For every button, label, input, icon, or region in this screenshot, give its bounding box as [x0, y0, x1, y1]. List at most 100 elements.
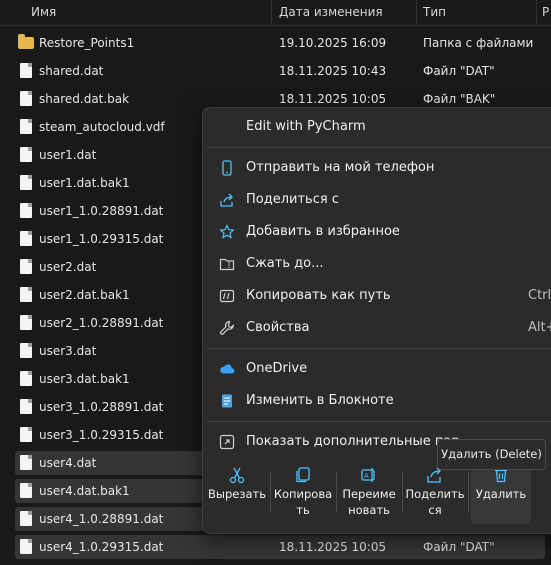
- column-divider[interactable]: [416, 0, 417, 25]
- menu-item-label: Сжать до...: [246, 256, 324, 271]
- action-divider: [270, 472, 271, 512]
- column-date[interactable]: Дата изменения: [279, 0, 383, 25]
- file-icon: [20, 455, 32, 470]
- menu-item-label: Edit with PyCharm: [246, 119, 366, 134]
- column-name[interactable]: Имя: [31, 0, 56, 25]
- menu-item-label: Отправить на мой телефон: [246, 160, 435, 175]
- file-name: shared.dat.bak: [39, 92, 130, 106]
- column-divider[interactable]: [271, 0, 272, 25]
- file-icon: [20, 371, 32, 386]
- wrench-icon: [219, 320, 234, 335]
- file-type: Папка с файлами: [423, 36, 534, 50]
- column-divider[interactable]: [536, 0, 537, 25]
- copy-button[interactable]: Копировать: [273, 460, 333, 524]
- rename-button[interactable]: A Переименовать: [339, 460, 399, 524]
- file-type: Файл "DAT": [423, 540, 495, 554]
- delete-label: Удалить: [475, 487, 527, 501]
- file-icon: [20, 259, 32, 274]
- file-icon: [20, 511, 32, 526]
- file-name: steam_autocloud.vdf: [39, 120, 165, 134]
- file-icon: [20, 119, 32, 134]
- zip-folder-icon: [219, 258, 235, 271]
- file-icon: [20, 427, 32, 442]
- copy-path-icon: [219, 289, 235, 303]
- rename-label: Переименовать: [342, 487, 396, 517]
- file-name: user2.dat.bak1: [39, 288, 130, 302]
- file-icon: [20, 399, 32, 414]
- cut-button[interactable]: Вырезать: [207, 460, 267, 524]
- file-name: user4.dat.bak1: [39, 484, 130, 498]
- file-icon: [20, 91, 32, 106]
- file-name: user4_1.0.28891.dat: [39, 512, 164, 526]
- file-name: user3_1.0.29315.dat: [39, 428, 164, 442]
- onedrive-cloud-icon: [220, 364, 235, 374]
- file-icon: [20, 203, 32, 218]
- menu-item-label: Копировать как путь: [246, 288, 391, 303]
- file-type: Файл "DAT": [423, 64, 495, 78]
- action-divider: [402, 472, 403, 512]
- menu-item-send-phone[interactable]: Отправить на мой телефон: [207, 152, 551, 184]
- file-icon: [20, 175, 32, 190]
- menu-divider: [207, 421, 551, 422]
- file-icon: [20, 483, 32, 498]
- menu-item-share-with[interactable]: Поделиться с: [207, 184, 551, 216]
- column-size[interactable]: Р: [542, 0, 549, 25]
- file-name: shared.dat: [39, 64, 104, 78]
- file-name: user2.dat: [39, 260, 97, 274]
- file-icon: [20, 539, 32, 554]
- menu-item-add-favorites[interactable]: Добавить в избранное: [207, 216, 551, 248]
- menu-item-properties[interactable]: Свойства Alt+: [207, 312, 551, 344]
- menu-item-label: OneDrive: [246, 361, 308, 376]
- file-icon: [20, 315, 32, 330]
- file-name: user1.dat: [39, 148, 97, 162]
- shortcut-label: Alt+: [528, 320, 551, 335]
- menu-divider: [207, 348, 551, 349]
- folder-icon: [18, 34, 34, 49]
- share-label: Поделиться: [405, 487, 465, 517]
- column-header: ⌃ Имя Дата изменения Тип Р: [0, 0, 551, 26]
- menu-item-copy-path[interactable]: Копировать как путь Ctrl+: [207, 280, 551, 312]
- notepad-icon: [222, 394, 232, 408]
- copy-icon: [296, 467, 310, 483]
- file-name: user1.dat.bak1: [39, 176, 130, 190]
- file-name: user1_1.0.29315.dat: [39, 232, 164, 246]
- column-type[interactable]: Тип: [423, 0, 446, 25]
- file-date: 18.11.2025 10:05: [279, 540, 387, 554]
- list-item[interactable]: user4_1.0.29315.dat 18.11.2025 10:05 Файл …: [0, 533, 551, 561]
- file-date: 19.10.2025 16:09: [279, 36, 387, 50]
- file-name: user3.dat.bak1: [39, 372, 130, 386]
- file-icon: [20, 63, 32, 78]
- file-name: user2_1.0.28891.dat: [39, 316, 164, 330]
- menu-item-onedrive[interactable]: OneDrive: [207, 353, 551, 385]
- action-divider: [336, 472, 337, 512]
- menu-item-label: Свойства: [246, 320, 310, 335]
- more-options-icon: [219, 434, 235, 450]
- menu-item-edit-notepad[interactable]: Изменить в Блокноте: [207, 385, 551, 417]
- file-name: Restore_Points1: [39, 36, 135, 50]
- file-icon: [20, 343, 32, 358]
- share-icon: [220, 193, 233, 207]
- menu-item-label: Добавить в избранное: [246, 224, 400, 239]
- file-name: user4_1.0.29315.dat: [39, 540, 164, 554]
- menu-item-edit-pycharm[interactable]: Edit with PyCharm: [207, 111, 551, 143]
- menu-divider: [207, 147, 551, 148]
- cut-label: Вырезать: [208, 487, 266, 501]
- star-icon: [219, 224, 235, 239]
- delete-tooltip: Удалить (Delete): [437, 439, 546, 470]
- menu-item-compress[interactable]: Сжать до...: [207, 248, 551, 280]
- shortcut-label: Ctrl+: [528, 288, 551, 303]
- file-name: user3_1.0.28891.dat: [39, 400, 164, 414]
- menu-item-label: Поделиться с: [246, 192, 339, 207]
- file-icon: [20, 147, 32, 162]
- list-item[interactable]: Restore_Points1 19.10.2025 16:09 Папка с ф…: [0, 29, 551, 57]
- sort-up-icon: ⌃: [144, 0, 154, 7]
- action-divider: [468, 472, 469, 512]
- copy-label: Копировать: [273, 487, 333, 517]
- scissors-icon: [229, 467, 245, 484]
- menu-item-label: Изменить в Блокноте: [246, 393, 394, 408]
- file-icon: [20, 231, 32, 246]
- phone-icon: [222, 160, 232, 176]
- file-icon: [20, 287, 32, 302]
- file-date: 18.11.2025 10:43: [279, 64, 387, 78]
- list-item[interactable]: shared.dat 18.11.2025 10:43 Файл "DAT": [0, 57, 551, 85]
